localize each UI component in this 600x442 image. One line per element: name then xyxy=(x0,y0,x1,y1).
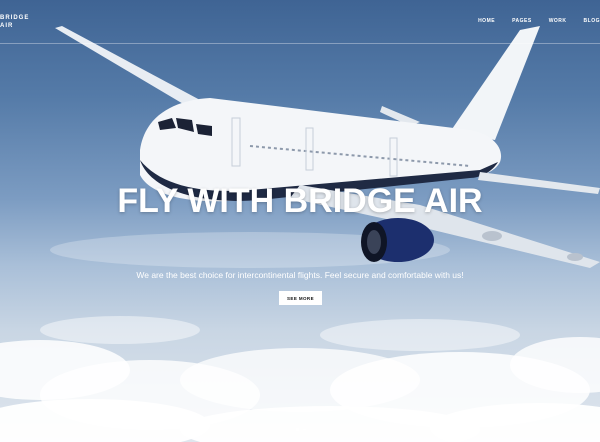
nav-item-pages[interactable]: PAGES xyxy=(512,18,532,24)
nav-item-home[interactable]: HOME xyxy=(478,18,495,24)
see-more-button[interactable]: SEE MORE xyxy=(279,291,322,305)
nav-item-blog[interactable]: BLOG xyxy=(584,18,600,24)
brand-logo[interactable]: BRIDGE AIR xyxy=(0,14,29,30)
slider-dot-2[interactable] xyxy=(303,428,306,431)
nav-item-work[interactable]: WORK xyxy=(549,18,567,24)
brand-line-1: BRIDGE xyxy=(0,15,30,21)
hero-section: BRIDGE AIR HOME PAGES WORK BLOG FLY WITH… xyxy=(0,0,600,442)
slider-dots xyxy=(296,428,310,431)
main-nav: HOME PAGES WORK BLOG xyxy=(461,18,600,24)
nav-divider xyxy=(0,43,600,44)
brand-line-2: AIR xyxy=(0,23,14,29)
hero-title: FLY WITH BRIDGE AIR xyxy=(117,182,483,220)
slider-dot-1[interactable] xyxy=(296,428,299,431)
airplane-image xyxy=(55,26,600,268)
hero-subtitle: We are the best choice for intercontinen… xyxy=(136,270,464,280)
